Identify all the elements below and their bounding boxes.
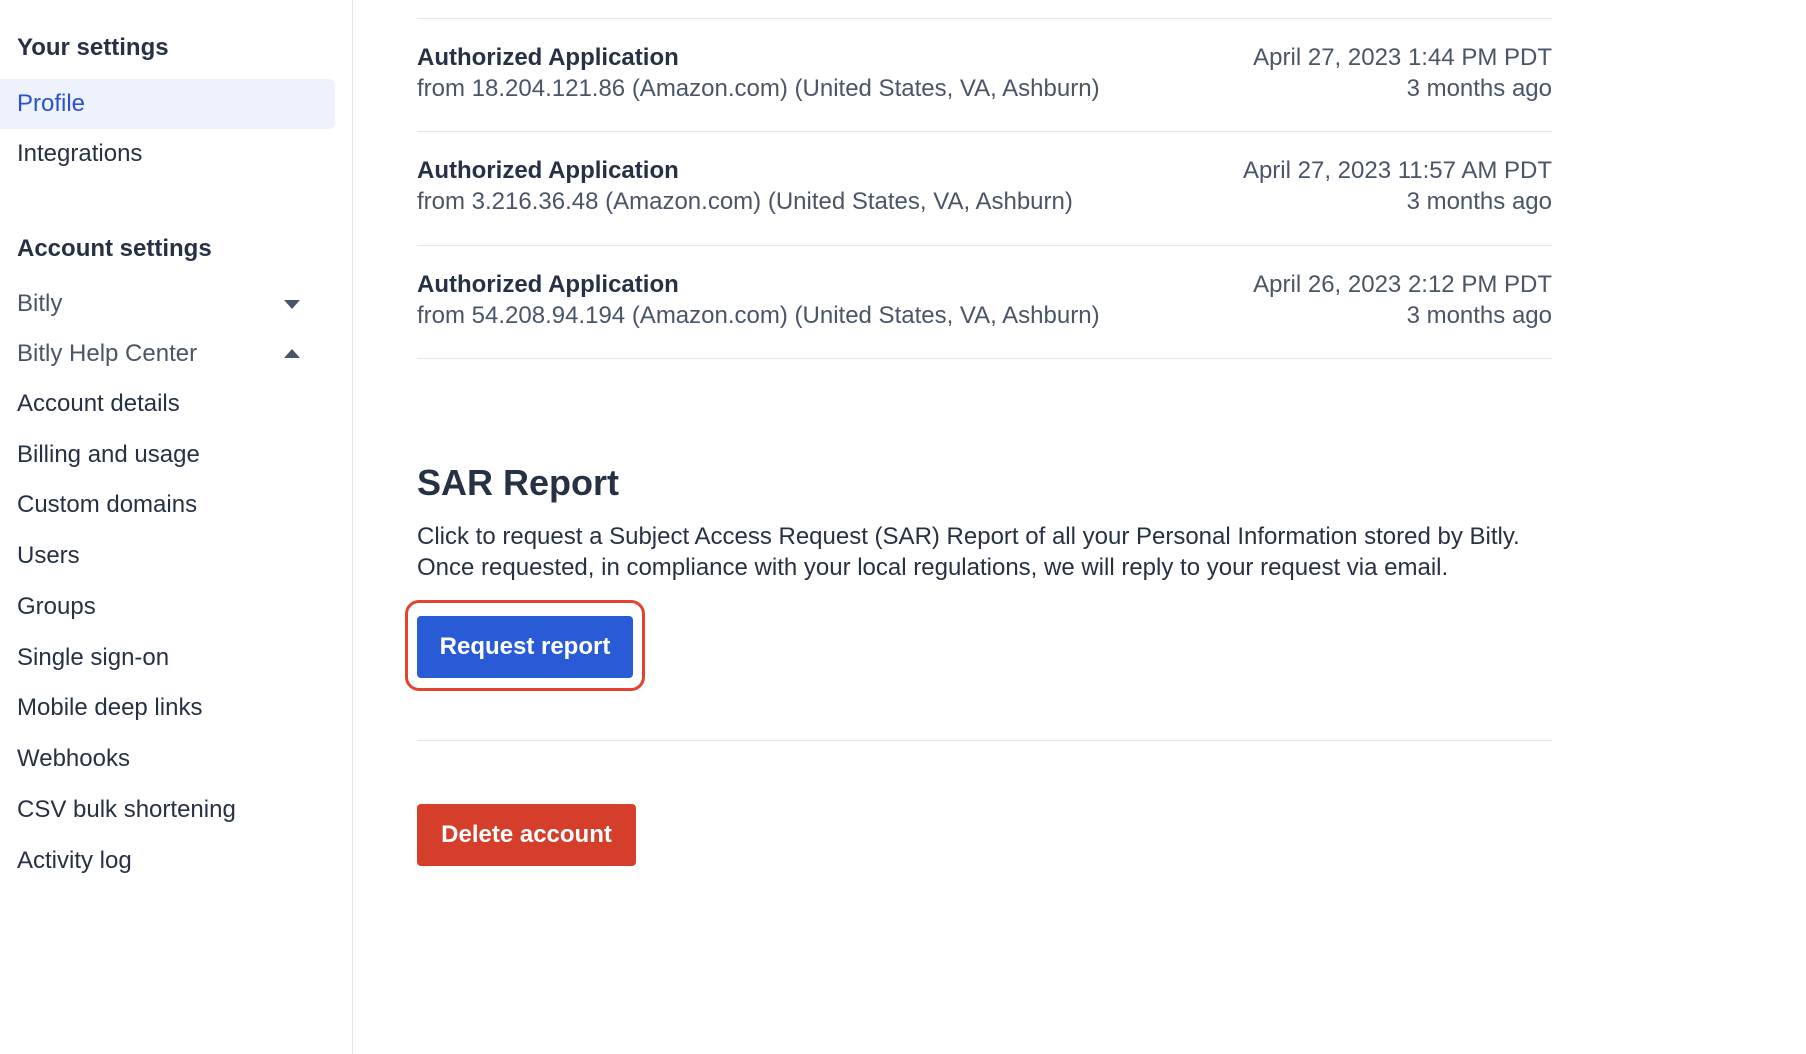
session-date: April 26, 2023 2:12 PM PDT — [1253, 271, 1552, 298]
sidebar-item-label: Billing and usage — [17, 441, 200, 468]
sidebar-item-label: Mobile deep links — [17, 694, 203, 721]
chevron-down-icon — [284, 300, 300, 309]
sidebar-item-groups[interactable]: Groups — [0, 582, 335, 632]
divider — [417, 245, 1552, 246]
divider — [417, 740, 1552, 741]
sidebar-item-label: Custom domains — [17, 491, 198, 518]
sidebar-item-integrations[interactable]: Integrations — [0, 129, 335, 179]
sidebar-item-custom-domains[interactable]: Custom domains — [0, 480, 335, 530]
session-row: Authorized Application from 54.208.94.19… — [417, 271, 1552, 351]
sidebar-item-label: Account details — [17, 390, 180, 417]
sar-report-heading: SAR Report — [417, 462, 620, 503]
sidebar-item-csv-bulk-shortening[interactable]: CSV bulk shortening — [0, 785, 335, 835]
sidebar-group-bitly[interactable]: Bitly — [0, 279, 335, 329]
sidebar-item-label: Users — [17, 542, 80, 569]
main-content: Authorized Application from 18.204.121.8… — [405, 0, 1552, 1054]
request-report-button[interactable]: Request report — [417, 616, 633, 678]
sidebar-item-label: Single sign-on — [17, 644, 170, 671]
session-relative-time: 3 months ago — [1406, 75, 1552, 102]
divider — [417, 18, 1552, 19]
settings-sidebar: Your settings Profile Integrations Accou… — [0, 0, 353, 1054]
session-date: April 27, 2023 1:44 PM PDT — [1253, 44, 1552, 71]
sidebar-item-profile[interactable]: Profile — [0, 79, 335, 129]
sidebar-item-billing-and-usage[interactable]: Billing and usage — [0, 430, 335, 480]
session-origin: from 54.208.94.194 (Amazon.com) (United … — [417, 302, 1100, 329]
session-date: April 27, 2023 11:57 AM PDT — [1242, 157, 1552, 184]
sidebar-item-webhooks[interactable]: Webhooks — [0, 734, 335, 784]
session-row: Authorized Application from 18.204.121.8… — [417, 44, 1552, 124]
session-title: Authorized Application — [417, 157, 679, 184]
session-relative-time: 3 months ago — [1406, 188, 1552, 215]
sidebar-item-mobile-deep-links[interactable]: Mobile deep links — [0, 683, 335, 733]
session-row: Authorized Application from 3.216.36.48 … — [417, 157, 1552, 237]
sidebar-item-label: Groups — [17, 593, 96, 620]
chevron-up-icon — [284, 349, 300, 358]
sidebar-group-bitly-help-center[interactable]: Bitly Help Center — [0, 329, 335, 379]
account-settings-heading: Account settings — [17, 235, 212, 262]
divider — [417, 358, 1552, 359]
session-title: Authorized Application — [417, 44, 679, 71]
session-title: Authorized Application — [417, 271, 679, 298]
session-origin: from 18.204.121.86 (Amazon.com) (United … — [417, 75, 1100, 102]
sidebar-item-account-details[interactable]: Account details — [0, 379, 335, 429]
sidebar-group-label: Bitly Help Center — [17, 340, 198, 367]
sidebar-item-label: Profile — [17, 90, 86, 117]
sidebar-item-single-sign-on[interactable]: Single sign-on — [0, 633, 335, 683]
sar-report-description: Click to request a Subject Access Reques… — [417, 523, 1520, 581]
session-origin: from 3.216.36.48 (Amazon.com) (United St… — [417, 188, 1073, 215]
session-relative-time: 3 months ago — [1406, 302, 1552, 329]
sidebar-item-users[interactable]: Users — [0, 531, 335, 581]
sidebar-item-label: Activity log — [17, 847, 132, 874]
delete-account-button[interactable]: Delete account — [417, 804, 636, 866]
sidebar-item-label: CSV bulk shortening — [17, 796, 236, 823]
sidebar-group-label: Bitly — [17, 290, 63, 317]
sidebar-item-label: Webhooks — [17, 745, 130, 772]
page: Your settings Profile Integrations Accou… — [0, 0, 1806, 1054]
divider — [417, 131, 1552, 132]
sidebar-item-label: Integrations — [17, 140, 143, 167]
sidebar-item-activity-log[interactable]: Activity log — [0, 836, 335, 886]
your-settings-heading: Your settings — [17, 34, 169, 61]
